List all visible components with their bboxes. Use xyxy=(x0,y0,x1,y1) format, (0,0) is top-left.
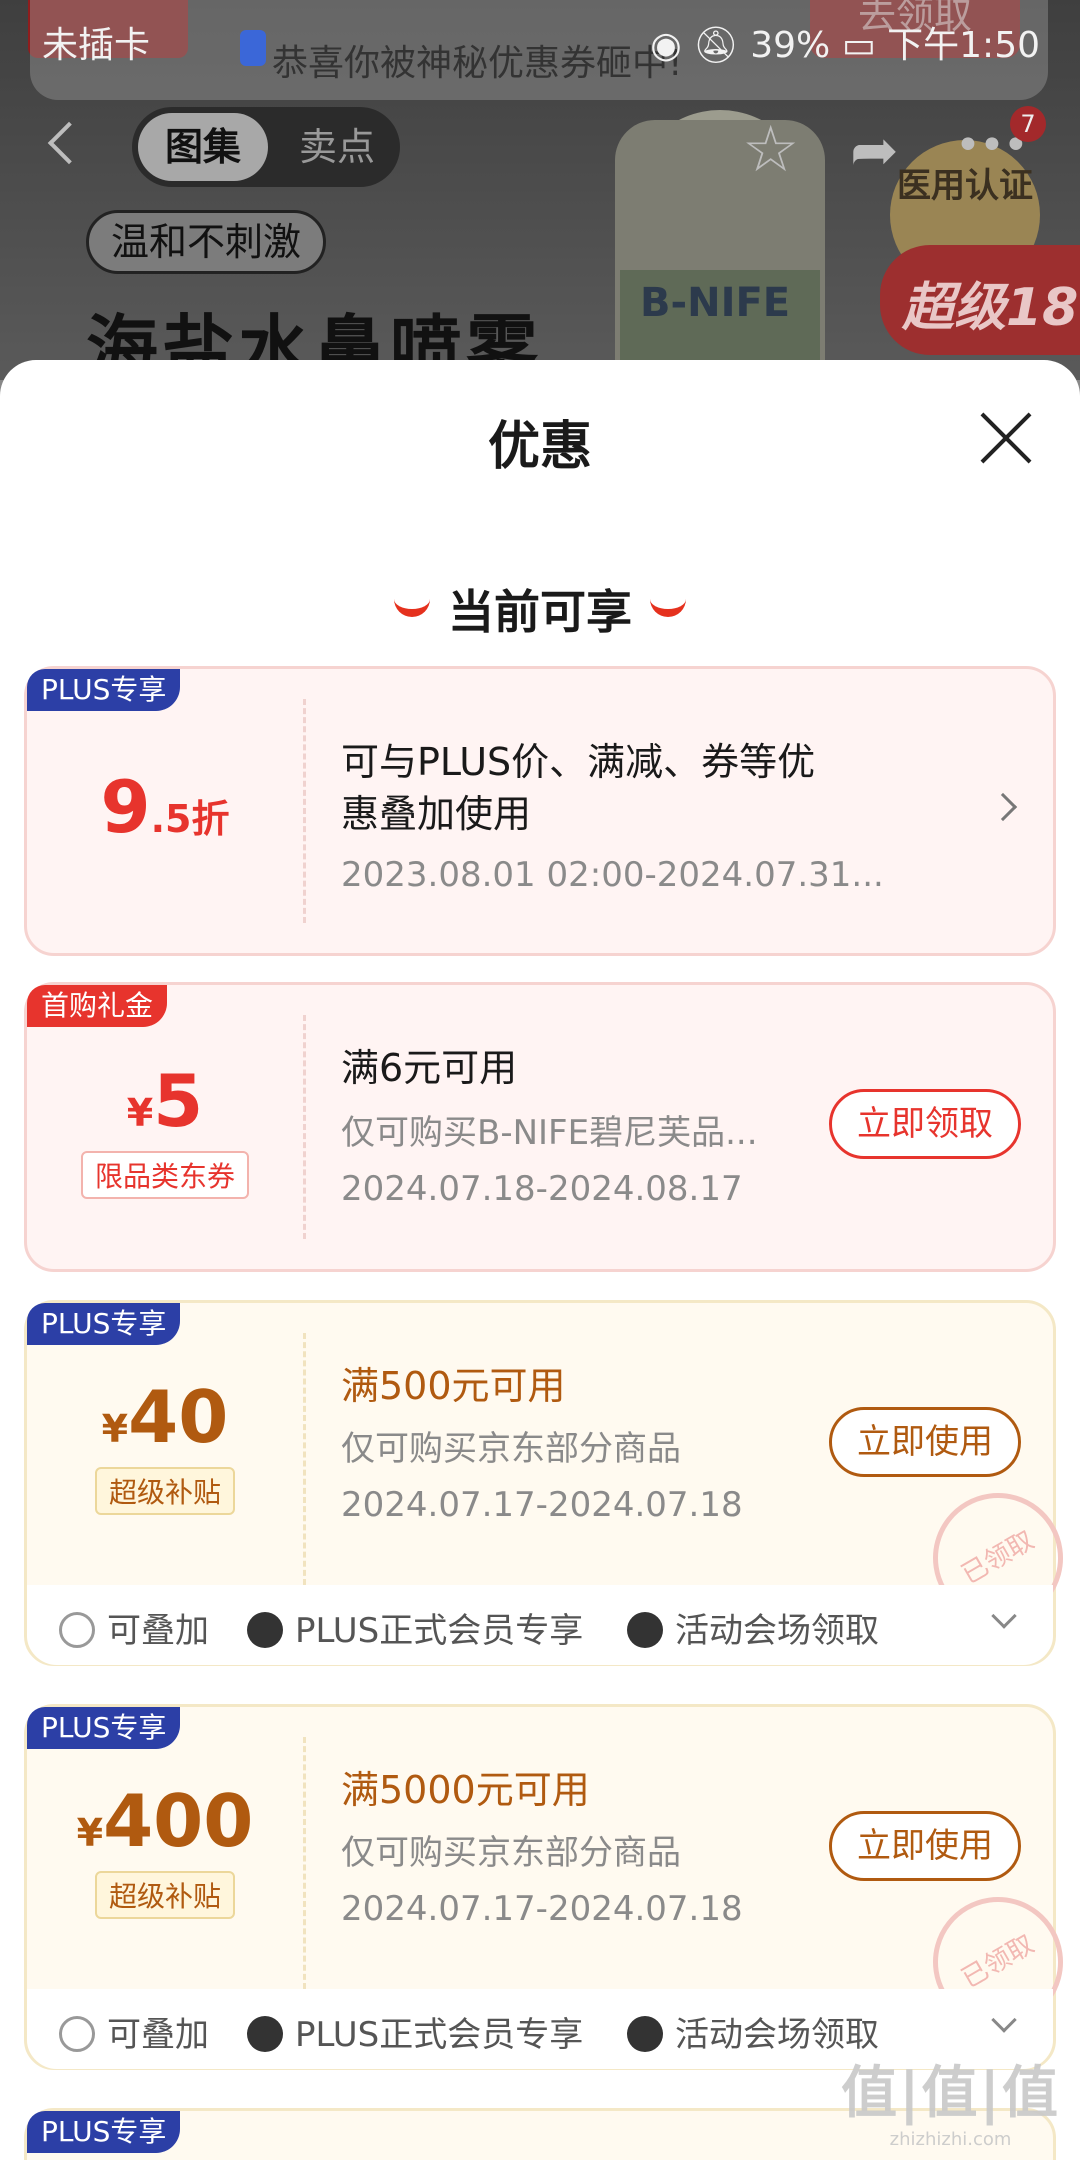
close-icon[interactable] xyxy=(978,410,1034,466)
coupon-amount: ¥400 超级补贴 xyxy=(27,1779,303,1919)
first-purchase-tag: 首购礼金 xyxy=(27,985,168,1027)
discount-sheet: 优惠 当前可享 PLUS专享 9.5折 可与PLUS价、满减、券等优 惠叠加使用… xyxy=(0,360,1080,2160)
coupon-threshold: 满500元可用 xyxy=(341,1364,566,1408)
tab-gallery[interactable]: 图集 xyxy=(138,113,268,181)
coupon-divider xyxy=(303,1333,306,1585)
coupon-title-line1: 可与PLUS价、满减、券等优 xyxy=(341,740,816,784)
clock: 下午1:50 xyxy=(887,25,1040,66)
plus-member-label: PLUS正式会员专享 xyxy=(247,1603,583,1652)
venue-claim-label: 活动会场领取 xyxy=(627,1603,879,1652)
super-subsidy-tag: 超级补贴 xyxy=(94,1467,235,1515)
coupon-body: PLUS专享 ¥40 超级补贴 满500元可用 仅可购买京东部分商品 2024.… xyxy=(27,1303,1080,1647)
use-now-button[interactable]: 立即使用 xyxy=(829,1811,1021,1881)
status-bar: 未插卡 ◉ 🔕︎ 39% ▭ 下午1:50 xyxy=(0,0,1080,76)
section-title: 当前可享 xyxy=(448,585,632,639)
product-tag: 温和不刺激 xyxy=(86,210,327,274)
back-arrow-icon[interactable] xyxy=(47,121,91,165)
battery-icon: ▭ xyxy=(841,25,876,66)
coupon-category-tag: 限品类东券 xyxy=(80,1151,249,1199)
plus-exclusive-tag: PLUS专享 xyxy=(27,1707,181,1749)
stackable-label: 可叠加 xyxy=(59,2007,209,2056)
ticket-icon xyxy=(627,2015,663,2052)
stack-icon xyxy=(59,2015,95,2052)
coupon-divider xyxy=(303,699,306,923)
notification-count-badge: 7 xyxy=(1010,106,1046,142)
tab-selling-points[interactable]: 卖点 xyxy=(282,113,392,181)
coupon-date: 2024.07.17-2024.07.18 xyxy=(341,1485,743,1525)
chevron-right-icon[interactable] xyxy=(988,792,1018,822)
plus-member-label: PLUS正式会员专享 xyxy=(247,2007,583,2056)
coupon-threshold: 满5000元可用 xyxy=(341,1768,590,1812)
smile-right-icon xyxy=(650,599,686,617)
gallery-segment-control: 图集 卖点 xyxy=(132,107,400,187)
coupon-date: 2024.07.18-2024.08.17 xyxy=(341,1169,743,1209)
crown-icon xyxy=(247,1611,283,1648)
coupon-date: 2023.08.01 02:00-2024.07.31... xyxy=(341,855,884,895)
coupon-amount: ¥40 超级补贴 xyxy=(27,1375,303,1515)
section-header: 当前可享 xyxy=(0,576,1080,642)
status-right: ◉ 🔕︎ 39% ▭ 下午1:50 xyxy=(650,16,1040,68)
stack-icon xyxy=(59,1611,95,1648)
star-icon[interactable]: ☆ xyxy=(742,118,799,182)
coupon-scope: 仅可购买京东部分商品 xyxy=(341,1429,681,1469)
coupon-scope: 仅可购买京东部分商品 xyxy=(341,1833,681,1873)
super-subsidy-tag: 超级补贴 xyxy=(94,1871,235,1919)
sheet-title: 优惠 xyxy=(487,417,592,477)
coupon-title-line2: 惠叠加使用 xyxy=(341,792,532,836)
claim-now-button[interactable]: 立即领取 xyxy=(829,1089,1021,1159)
coupon-plus-discount[interactable]: PLUS专享 9.5折 可与PLUS价、满减、券等优 惠叠加使用 2023.08… xyxy=(24,666,1056,956)
coupon-400[interactable]: PLUS专享 ¥400 超级补贴 满5000元可用 仅可购买京东部分商品 202… xyxy=(24,1704,1080,2070)
coupon-divider xyxy=(303,1015,306,1239)
coupon-threshold: 满6元可用 xyxy=(341,1046,518,1090)
share-icon[interactable]: ➦ xyxy=(850,118,899,182)
coupon-scope: 仅可购买B-NIFE碧尼芙品... xyxy=(341,1113,758,1153)
discount-amount: 9.5折 xyxy=(100,765,230,849)
plus-exclusive-tag: PLUS专享 xyxy=(27,2111,181,2153)
sim-status: 未插卡 xyxy=(42,25,151,66)
coupon-footer: 可叠加 PLUS正式会员专享 活动会场领取 xyxy=(27,1585,1053,1665)
chevron-down-icon[interactable] xyxy=(991,1603,1017,1629)
mute-icon: 🔕︎ xyxy=(693,25,739,66)
eye-icon: ◉ xyxy=(650,25,682,66)
watermark: 值|值|值 zhizhizhi.com xyxy=(841,2061,1060,2150)
battery-percent: 39% xyxy=(750,25,831,66)
coupon-date: 2024.07.17-2024.07.18 xyxy=(341,1889,743,1929)
chevron-down-icon[interactable] xyxy=(991,2007,1017,2033)
promo-banner: 超级18 xyxy=(880,245,1080,355)
stackable-label: 可叠加 xyxy=(59,1603,209,1652)
crown-icon xyxy=(247,2015,283,2052)
smile-left-icon xyxy=(394,599,430,617)
use-now-button[interactable]: 立即使用 xyxy=(829,1407,1021,1477)
coupon-first-purchase[interactable]: 首购礼金 ¥5 限品类东券 满6元可用 仅可购买B-NIFE碧尼芙品... 20… xyxy=(24,982,1056,1272)
coupon-amount: ¥5 限品类东券 xyxy=(27,1059,303,1199)
plus-exclusive-tag: PLUS专享 xyxy=(27,1303,181,1345)
ticket-icon xyxy=(627,1611,663,1648)
coupon-body: PLUS专享 ¥400 超级补贴 满5000元可用 仅可购买京东部分商品 202… xyxy=(27,1707,1080,2051)
coupon-40[interactable]: PLUS专享 ¥40 超级补贴 满500元可用 仅可购买京东部分商品 2024.… xyxy=(24,1300,1080,1666)
plus-exclusive-tag: PLUS专享 xyxy=(27,669,181,711)
coupon-divider xyxy=(303,1737,306,1989)
